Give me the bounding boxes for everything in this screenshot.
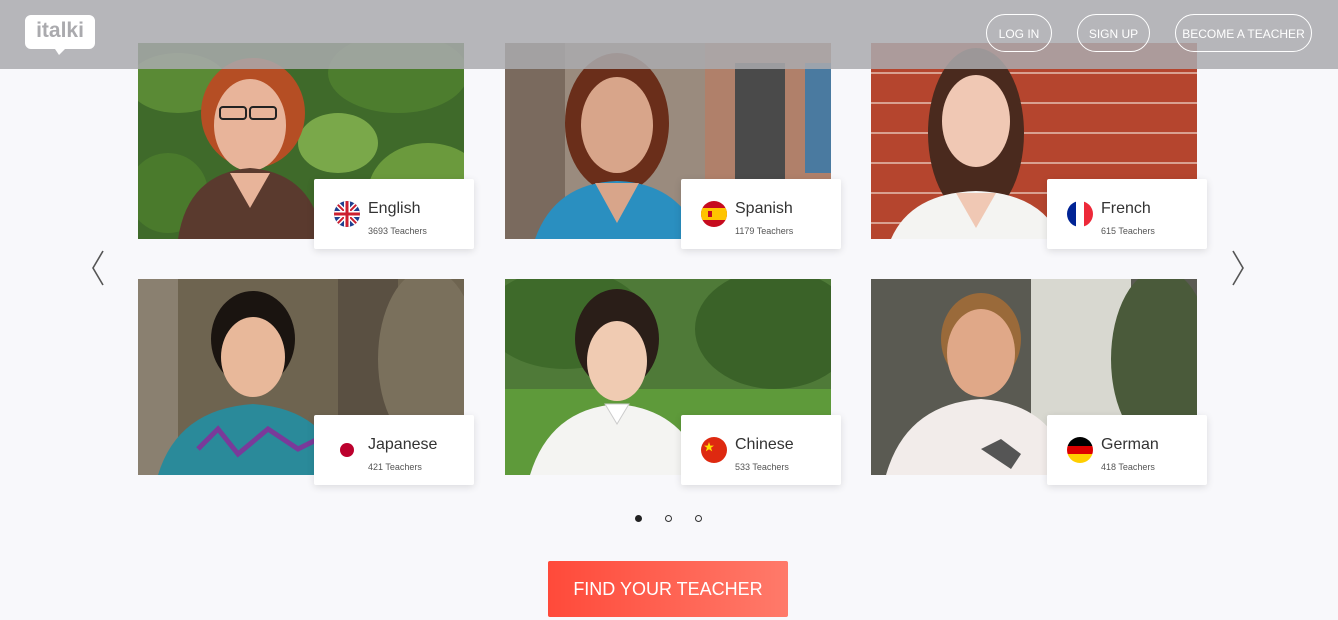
language-name: Spanish — [735, 200, 793, 217]
language-name: German — [1101, 436, 1159, 453]
pagination-dot-2[interactable] — [665, 515, 672, 522]
logo-text: italki — [36, 19, 84, 42]
teacher-count: 615 Teachers — [1101, 226, 1155, 236]
china-flag-icon — [701, 437, 727, 463]
language-label-card: Spanish 1179 Teachers — [681, 179, 841, 249]
language-card-english[interactable]: English 3693 Teachers — [138, 43, 474, 249]
language-label-card: German 418 Teachers — [1047, 415, 1207, 485]
sign-up-button[interactable]: SIGN UP — [1077, 14, 1150, 52]
language-name: Chinese — [735, 436, 794, 453]
pagination-dot-3[interactable] — [695, 515, 702, 522]
language-label-card: Japanese 421 Teachers — [314, 415, 474, 485]
teacher-count: 421 Teachers — [368, 462, 422, 472]
teacher-count: 418 Teachers — [1101, 462, 1155, 472]
spain-flag-icon — [701, 201, 727, 227]
italki-logo[interactable]: italki — [25, 15, 95, 60]
language-card-french[interactable]: French 615 Teachers — [871, 43, 1207, 249]
uk-flag-icon — [334, 201, 360, 227]
language-card-japanese[interactable]: Japanese 421 Teachers — [138, 279, 474, 485]
chevron-right-icon[interactable] — [1228, 248, 1248, 288]
language-label-card: English 3693 Teachers — [314, 179, 474, 249]
language-card-chinese[interactable]: Chinese 533 Teachers — [505, 279, 841, 485]
log-in-button[interactable]: LOG IN — [986, 14, 1052, 52]
teacher-count: 3693 Teachers — [368, 226, 427, 236]
language-card-german[interactable]: German 418 Teachers — [871, 279, 1207, 485]
france-flag-icon — [1067, 201, 1093, 227]
language-name: French — [1101, 200, 1151, 217]
language-name: Japanese — [368, 436, 438, 453]
become-a-teacher-button[interactable]: BECOME A TEACHER — [1175, 14, 1312, 52]
japan-flag-icon — [334, 437, 360, 463]
language-name: English — [368, 200, 421, 217]
top-navigation-bar: italki LOG IN SIGN UP BECOME A TEACHER — [0, 0, 1338, 69]
pagination-dot-1[interactable] — [635, 515, 642, 522]
teacher-count: 1179 Teachers — [735, 226, 794, 236]
language-card-spanish[interactable]: Spanish 1179 Teachers — [505, 43, 841, 249]
find-your-teacher-button[interactable]: FIND YOUR TEACHER — [548, 561, 788, 617]
germany-flag-icon — [1067, 437, 1093, 463]
teacher-count: 533 Teachers — [735, 462, 789, 472]
language-label-card: Chinese 533 Teachers — [681, 415, 841, 485]
chevron-left-icon[interactable] — [88, 248, 108, 288]
language-label-card: French 615 Teachers — [1047, 179, 1207, 249]
